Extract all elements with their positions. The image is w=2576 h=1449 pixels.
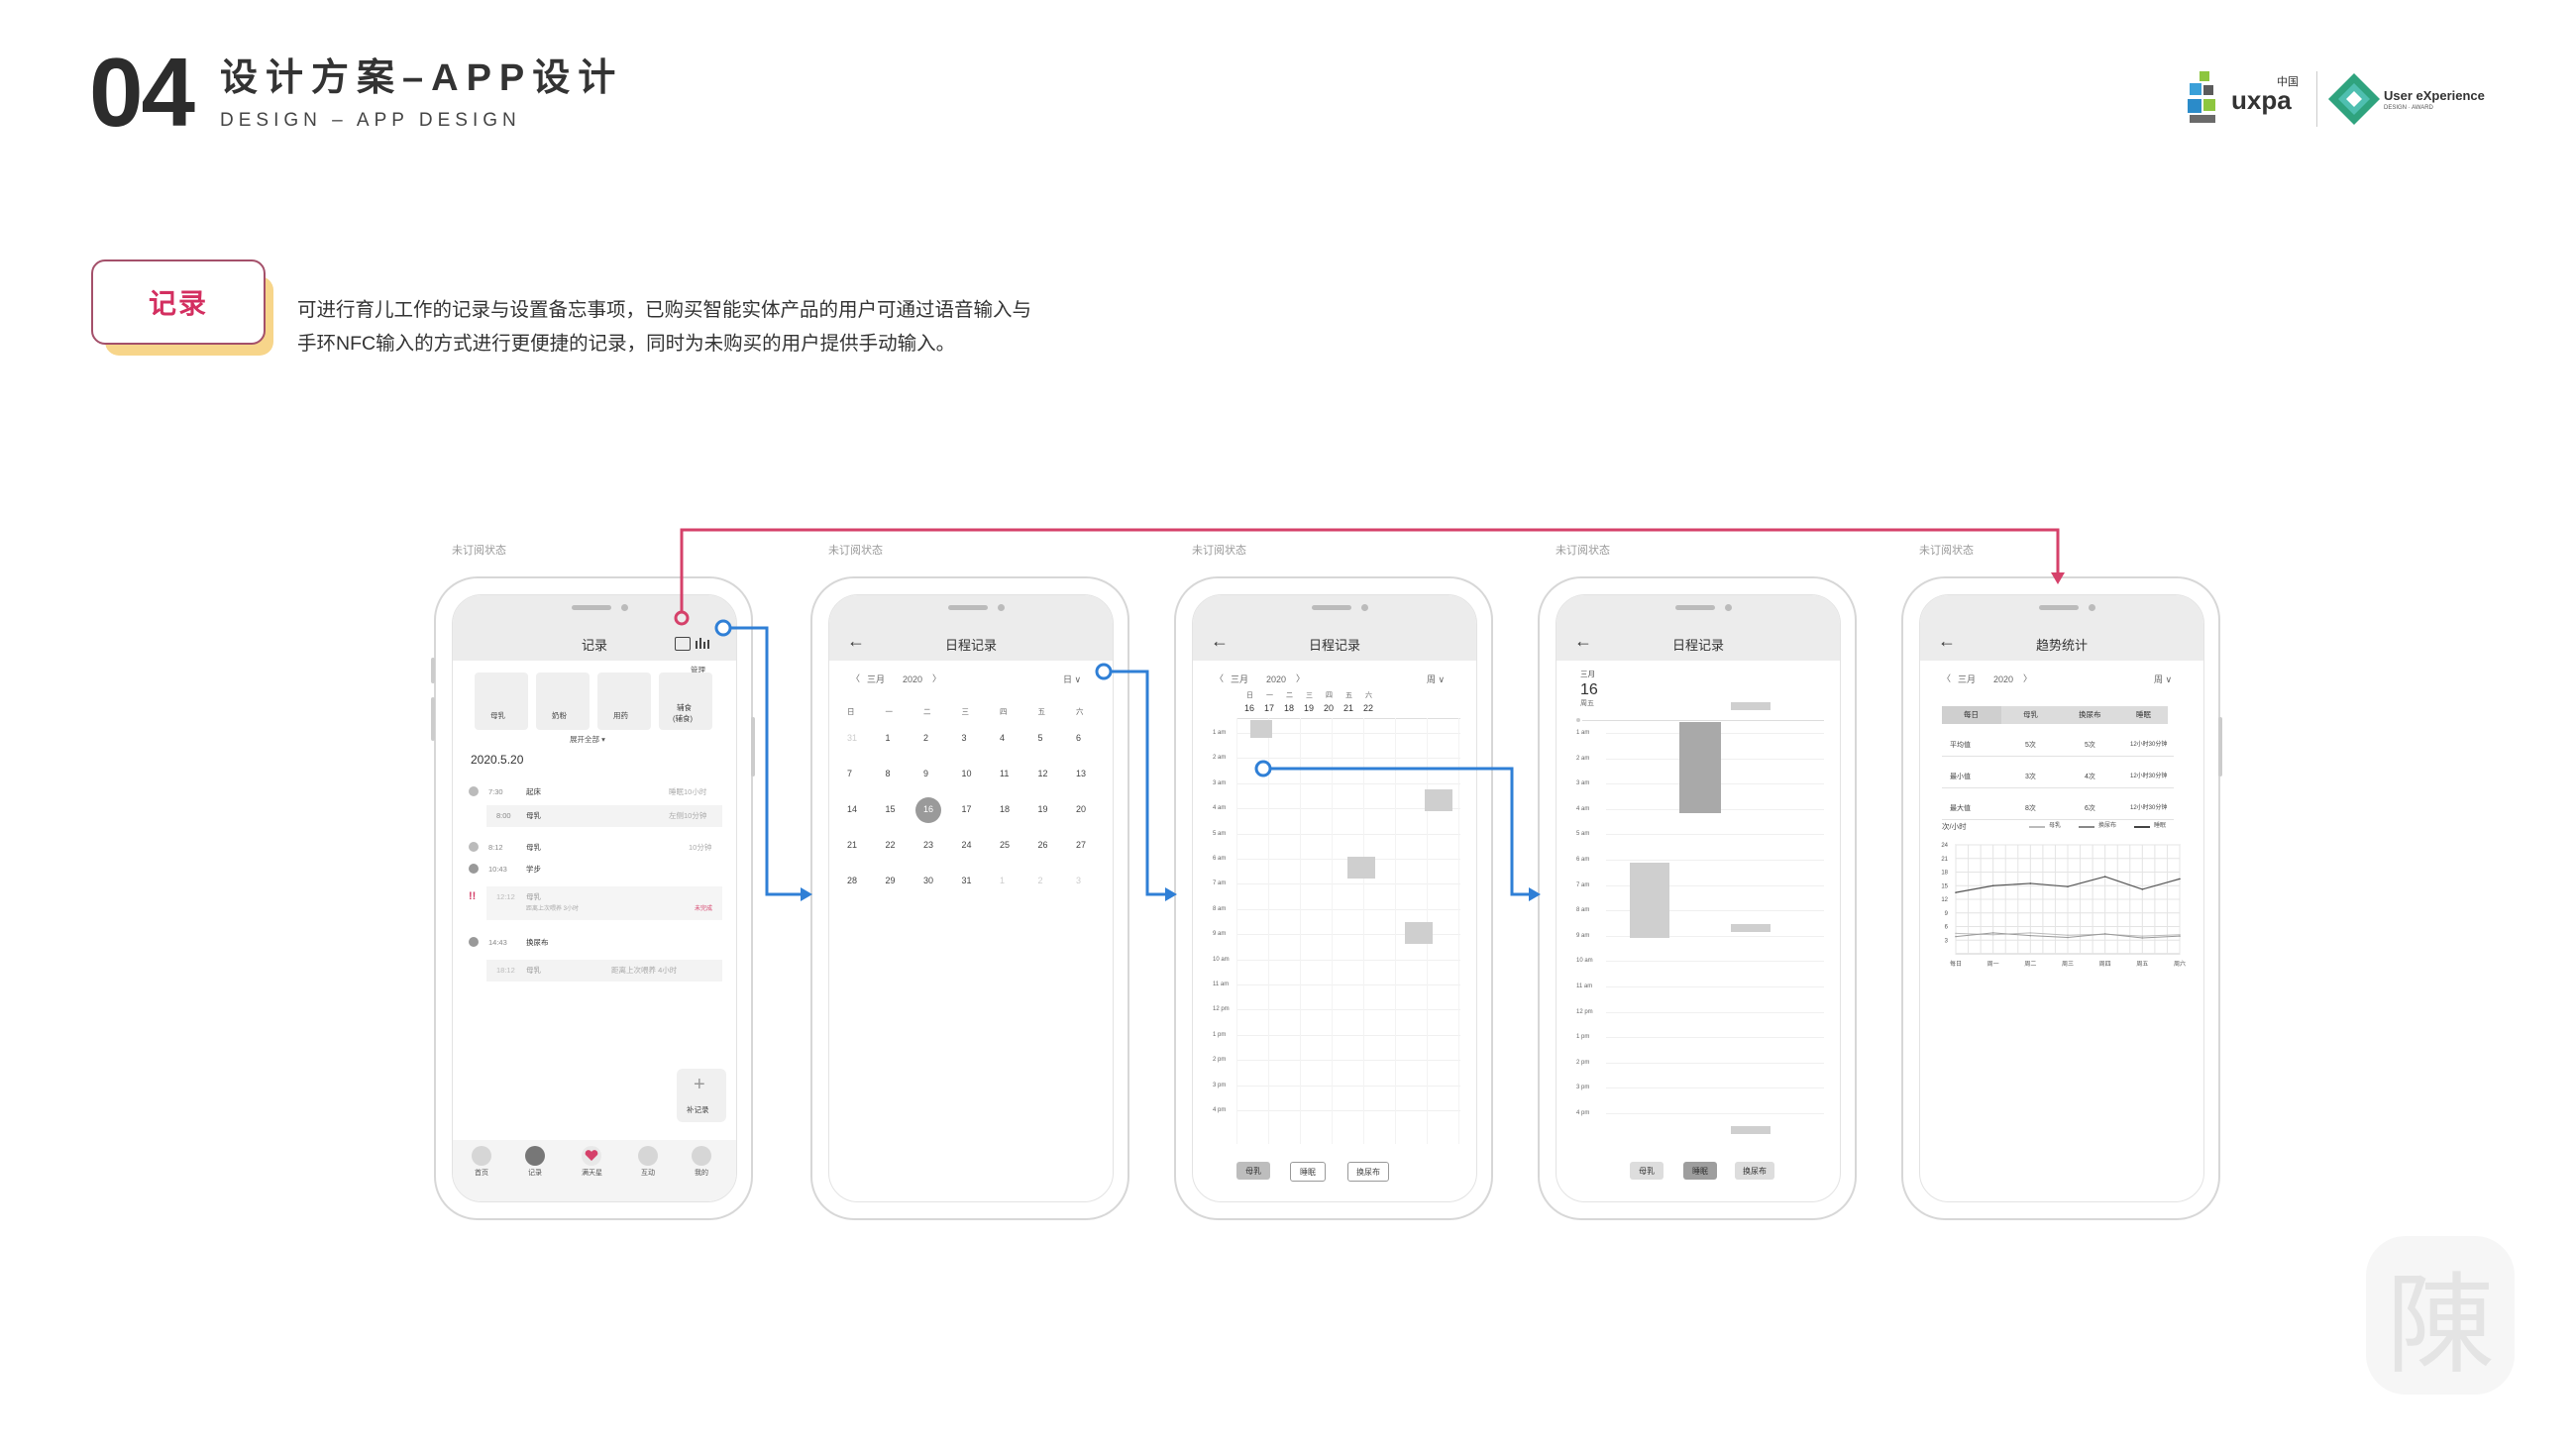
watermark-seal: 陳 [2366, 1236, 2515, 1395]
blue-connector-3 [1254, 760, 1541, 901]
blue-connector-2 [1095, 663, 1177, 901]
flow-connectors [674, 528, 2065, 901]
pink-connector [674, 528, 2065, 626]
watermark-char: 陳 [2386, 1262, 2495, 1389]
blue-connector-1 [714, 619, 812, 901]
